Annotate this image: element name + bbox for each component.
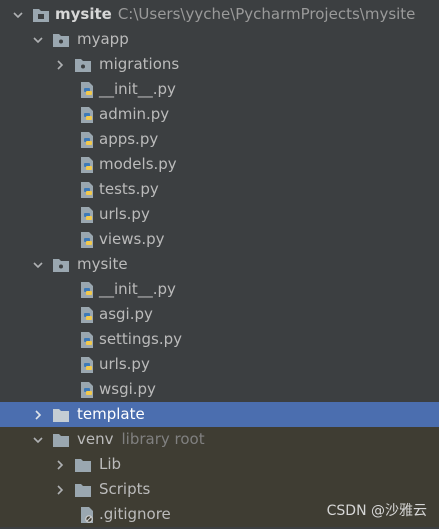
- tree-row-myapp[interactable]: myapp: [0, 27, 439, 52]
- tree-row-template[interactable]: template: [0, 402, 439, 427]
- tree-row-mysite-package[interactable]: mysite: [0, 252, 439, 277]
- tree-row-file[interactable]: asgi.py: [0, 302, 439, 327]
- folder-icon: [52, 431, 70, 449]
- folder-icon: [74, 481, 92, 499]
- file-label: settings.py: [99, 330, 182, 348]
- package-folder-icon: [52, 256, 70, 274]
- tree-row-scripts[interactable]: Scripts: [0, 477, 439, 502]
- library-root-hint: library root: [121, 430, 205, 448]
- root-path: C:\Users\yyche\PycharmProjects\mysite: [117, 5, 416, 23]
- python-file-icon: [78, 331, 96, 349]
- chevron-down-icon[interactable]: [10, 2, 26, 27]
- tree-row-file[interactable]: settings.py: [0, 327, 439, 352]
- chevron-right-icon[interactable]: [52, 477, 68, 502]
- file-label: urls.py: [99, 355, 150, 373]
- tree-row-lib[interactable]: Lib: [0, 452, 439, 477]
- python-file-icon: [78, 81, 96, 99]
- module-folder-icon: [32, 6, 50, 24]
- watermark: CSDN @沙雅云: [326, 503, 427, 519]
- tree-row-root[interactable]: mysite C:\Users\yyche\PycharmProjects\mys…: [0, 2, 439, 27]
- file-label: tests.py: [99, 180, 159, 198]
- tree-row-file[interactable]: admin.py: [0, 102, 439, 127]
- chevron-right-icon[interactable]: [52, 52, 68, 77]
- file-label: models.py: [99, 155, 177, 173]
- myapp-label: myapp: [77, 30, 129, 48]
- mysite-package-label: mysite: [77, 255, 128, 273]
- venv-label: venv library root: [77, 430, 205, 448]
- file-label: admin.py: [99, 105, 170, 123]
- tree-row-file[interactable]: views.py: [0, 227, 439, 252]
- package-folder-icon: [74, 56, 92, 74]
- python-file-icon: [78, 306, 96, 324]
- tree-row-file[interactable]: models.py: [0, 152, 439, 177]
- file-label: urls.py: [99, 205, 150, 223]
- gitignore-label: .gitignore: [99, 505, 171, 523]
- python-file-icon: [78, 381, 96, 399]
- chevron-down-icon[interactable]: [30, 252, 46, 277]
- tree-row-file[interactable]: urls.py: [0, 202, 439, 227]
- tree-row-file[interactable]: wsgi.py: [0, 377, 439, 402]
- python-file-icon: [78, 106, 96, 124]
- ignored-file-icon: [78, 506, 96, 524]
- python-file-icon: [78, 356, 96, 374]
- python-file-icon: [78, 156, 96, 174]
- migrations-label: migrations: [99, 55, 180, 73]
- python-file-icon: [78, 281, 96, 299]
- file-label: __init__.py: [99, 280, 176, 298]
- scripts-label: Scripts: [99, 480, 151, 498]
- file-label: apps.py: [99, 130, 159, 148]
- file-label: __init__.py: [99, 80, 176, 98]
- chevron-down-icon[interactable]: [30, 427, 46, 452]
- tree-row-file[interactable]: tests.py: [0, 177, 439, 202]
- file-label: views.py: [99, 230, 165, 248]
- tree-row-file[interactable]: __init__.py: [0, 77, 439, 102]
- tree-row-migrations[interactable]: migrations: [0, 52, 439, 77]
- lib-label: Lib: [99, 455, 122, 473]
- folder-icon: [74, 456, 92, 474]
- tree-row-file[interactable]: apps.py: [0, 127, 439, 152]
- python-file-icon: [78, 181, 96, 199]
- folder-icon: [52, 406, 70, 424]
- file-label: asgi.py: [99, 305, 153, 323]
- tree-row-venv[interactable]: venv library root: [0, 427, 439, 452]
- chevron-right-icon[interactable]: [30, 402, 46, 427]
- chevron-down-icon[interactable]: [30, 27, 46, 52]
- tree-row-file[interactable]: urls.py: [0, 352, 439, 377]
- root-label: mysite C:\Users\yyche\PycharmProjects\mys…: [55, 5, 416, 23]
- project-tree: mysite C:\Users\yyche\PycharmProjects\mys…: [0, 2, 439, 527]
- python-file-icon: [78, 231, 96, 249]
- python-file-icon: [78, 131, 96, 149]
- file-label: wsgi.py: [99, 380, 156, 398]
- chevron-right-icon[interactable]: [52, 452, 68, 477]
- python-file-icon: [78, 206, 96, 224]
- template-label: template: [77, 405, 145, 423]
- package-folder-icon: [52, 31, 70, 49]
- tree-row-file[interactable]: __init__.py: [0, 277, 439, 302]
